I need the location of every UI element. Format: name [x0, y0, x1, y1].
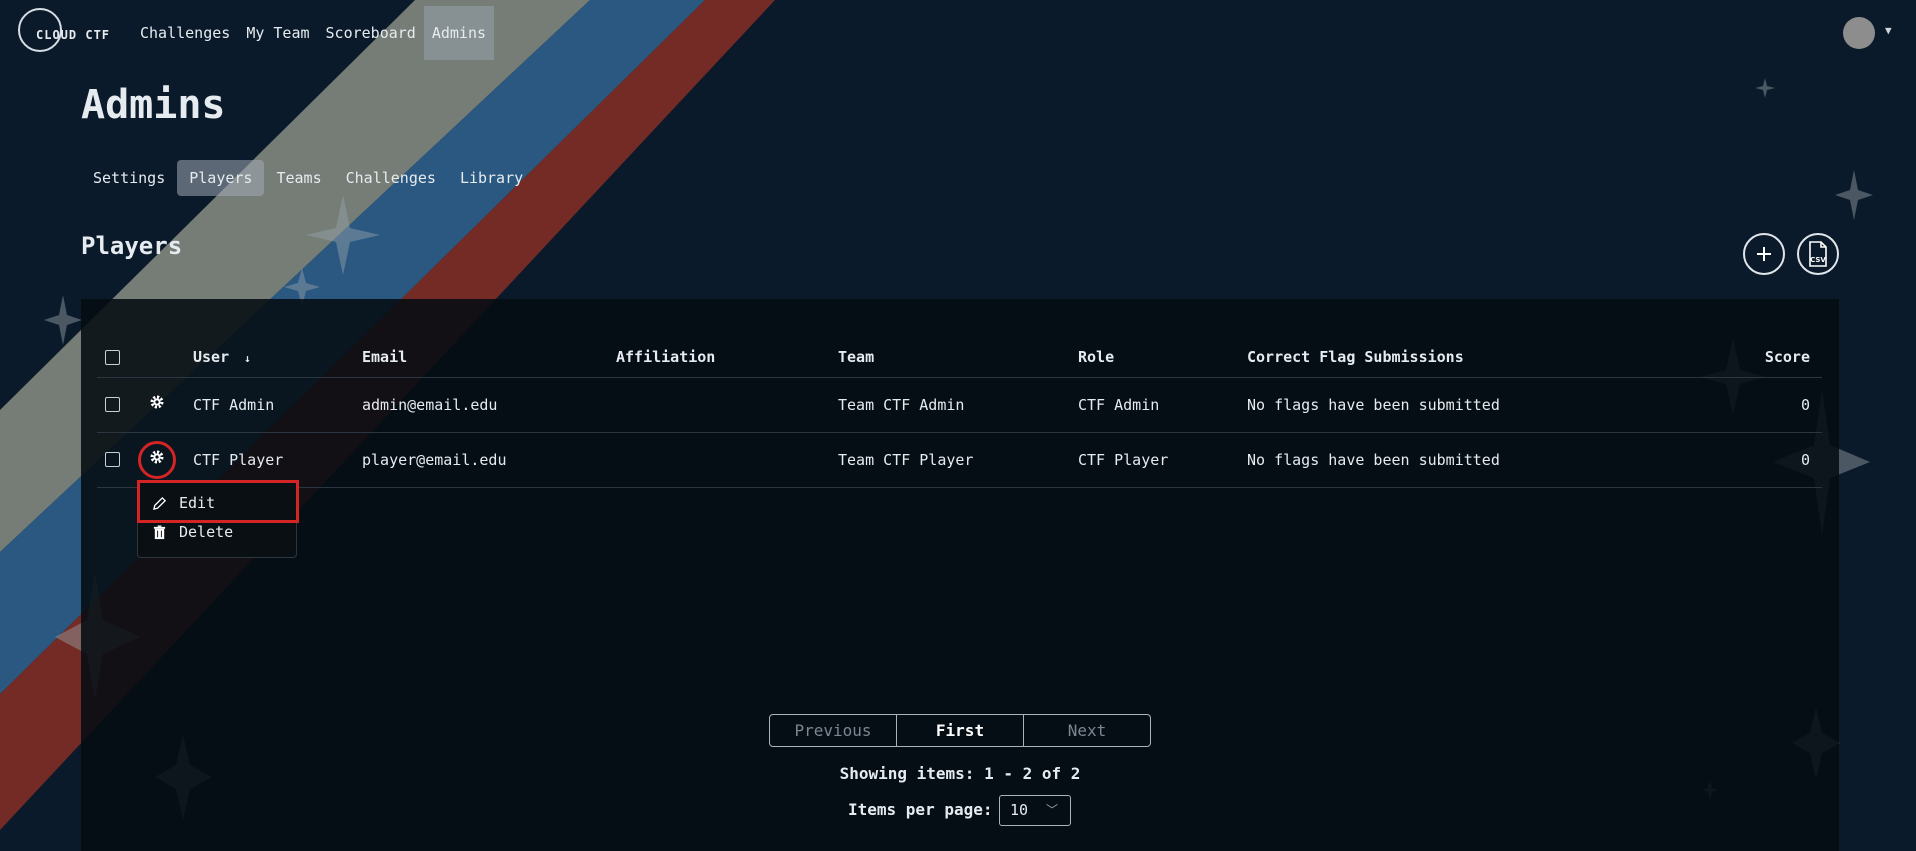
header-email[interactable]: Email — [362, 348, 407, 366]
row-actions-menu: Edit Delete — [137, 480, 297, 558]
logo[interactable]: CLOUD CTF — [18, 8, 114, 56]
players-table: User ↓ Email Affiliation Team Role Corre… — [97, 338, 1822, 488]
header-flag-submissions[interactable]: Correct Flag Submissions — [1247, 348, 1464, 366]
gear-highlight-ring — [138, 441, 176, 479]
plus-icon — [1757, 247, 1771, 261]
header-user[interactable]: User ↓ — [193, 348, 251, 366]
export-csv-button[interactable]: CSV — [1797, 233, 1839, 275]
cell-email: admin@email.edu — [362, 396, 498, 414]
cell-score: 0 — [1800, 451, 1810, 469]
nav-admins[interactable]: Admins — [423, 6, 495, 60]
pencil-icon — [152, 496, 167, 510]
gear-icon[interactable] — [149, 394, 165, 414]
cell-role: CTF Player — [1078, 451, 1169, 469]
chevron-down-icon: ﹀ — [1045, 803, 1058, 817]
nav-scoreboard[interactable]: Scoreboard — [318, 6, 424, 60]
caret-down-icon[interactable]: ▼ — [1885, 24, 1892, 37]
cell-email: player@email.edu — [362, 451, 507, 469]
select-all-checkbox[interactable] — [105, 350, 120, 365]
pagination: Previous First Next — [769, 714, 1151, 747]
nav-challenges[interactable]: Challenges — [132, 6, 238, 60]
header-affiliation[interactable]: Affiliation — [616, 348, 715, 366]
section-title: Players — [81, 232, 183, 260]
row-checkbox[interactable] — [105, 397, 120, 412]
cell-team[interactable]: Team CTF Admin — [838, 396, 964, 414]
page-title: Admins — [81, 82, 226, 128]
user-avatar[interactable] — [1843, 17, 1875, 49]
items-per-page-select[interactable]: 10 ﹀ — [999, 795, 1071, 826]
next-button[interactable]: Next — [1024, 715, 1150, 746]
top-navbar: CLOUD CTF Challenges My Team Scoreboard … — [0, 0, 1916, 60]
logo-text: CLOUD CTF — [36, 28, 111, 42]
tab-challenges[interactable]: Challenges — [334, 160, 448, 196]
header-score[interactable]: Score — [1765, 348, 1810, 366]
tab-players[interactable]: Players — [177, 160, 265, 196]
cell-user[interactable]: CTF Player — [193, 451, 283, 469]
cell-team[interactable]: Team CTF Player — [838, 451, 973, 469]
csv-file-icon: CSV — [1809, 241, 1827, 267]
header-team[interactable]: Team — [838, 348, 874, 366]
tab-library[interactable]: Library — [448, 160, 535, 196]
cell-flag-submissions: No flags have been submitted — [1247, 396, 1500, 414]
row-checkbox[interactable] — [105, 452, 120, 467]
items-per-page-label: Items per page: — [848, 800, 993, 819]
add-player-button[interactable] — [1743, 233, 1785, 275]
menu-item-delete[interactable]: Delete — [152, 523, 233, 541]
cell-score: 0 — [1800, 396, 1810, 414]
tab-settings[interactable]: Settings — [81, 160, 177, 196]
sort-arrow-icon: ↓ — [244, 352, 251, 365]
tab-teams[interactable]: Teams — [264, 160, 333, 196]
admin-subnav: Settings Players Teams Challenges Librar… — [81, 160, 535, 196]
table-row: CTF Player player@email.edu Team CTF Pla… — [97, 433, 1822, 488]
menu-item-edit[interactable]: Edit — [152, 494, 215, 512]
table-header: User ↓ Email Affiliation Team Role Corre… — [97, 338, 1822, 378]
first-button[interactable]: First — [897, 715, 1024, 746]
showing-items-text: Showing items: 1 - 2 of 2 — [839, 764, 1081, 783]
trash-icon — [153, 524, 166, 539]
table-row: CTF Admin admin@email.edu Team CTF Admin… — [97, 378, 1822, 433]
previous-button[interactable]: Previous — [770, 715, 897, 746]
cell-flag-submissions: No flags have been submitted — [1247, 451, 1500, 469]
nav-my-team[interactable]: My Team — [238, 6, 317, 60]
header-role[interactable]: Role — [1078, 348, 1114, 366]
nav-links: Challenges My Team Scoreboard Admins — [132, 6, 495, 60]
cell-role: CTF Admin — [1078, 396, 1160, 414]
cell-user[interactable]: CTF Admin — [193, 396, 274, 414]
svg-text:CSV: CSV — [1810, 256, 1826, 264]
